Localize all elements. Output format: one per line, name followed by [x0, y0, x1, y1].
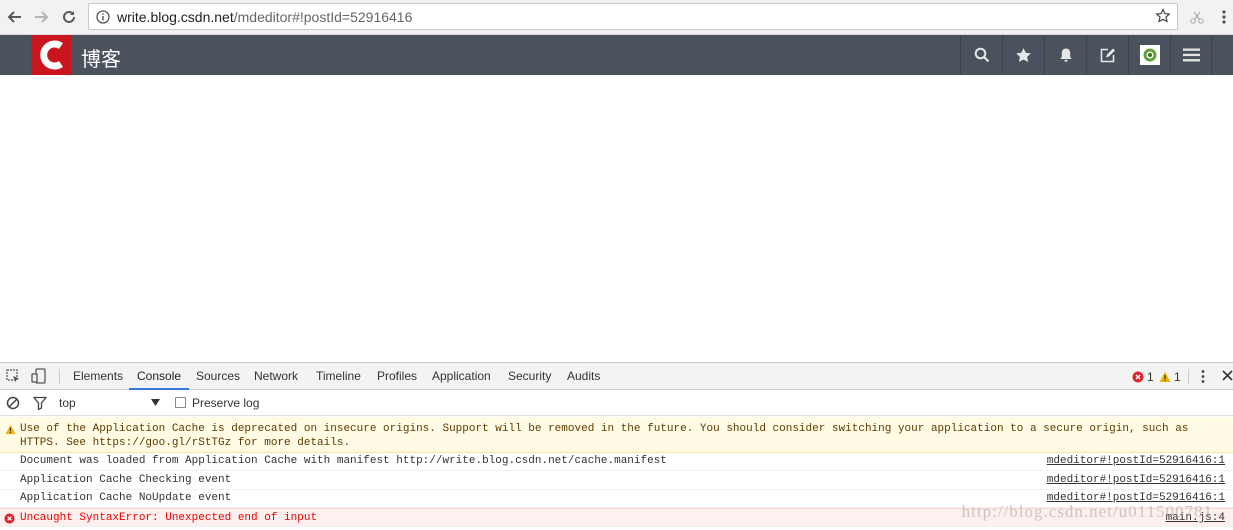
site-header: 博客	[0, 35, 1233, 75]
url-host: write.blog.csdn.net	[117, 9, 234, 25]
hamburger-menu-icon	[1182, 48, 1200, 62]
watermark: http://blog.csdn.net/u011500781	[961, 502, 1213, 521]
log-text: Application Cache NoUpdate event	[20, 492, 232, 504]
tab-timeline[interactable]: Timeline	[316, 363, 361, 390]
console-log-message: Document was loaded from Application Cac…	[0, 453, 1233, 471]
header-avatar-button[interactable]	[1128, 35, 1170, 75]
close-devtools-icon[interactable]	[1222, 370, 1233, 384]
devtools-tab-bar: Elements Console Sources Network Timelin…	[0, 363, 1233, 390]
tab-audits[interactable]: Audits	[567, 363, 600, 390]
csdn-logo-icon	[40, 40, 64, 70]
preserve-log-label: Preserve log	[192, 396, 260, 410]
header-search-button[interactable]	[960, 35, 1002, 75]
tab-application[interactable]: Application	[432, 363, 491, 390]
device-toolbar-icon[interactable]	[31, 368, 47, 387]
reload-icon	[63, 10, 75, 23]
search-icon	[974, 47, 989, 63]
tab-security[interactable]: Security	[508, 363, 551, 390]
header-write-button[interactable]	[1086, 35, 1128, 75]
warning-icon	[5, 424, 16, 435]
scissors-extension-icon[interactable]	[1185, 5, 1209, 29]
star-icon	[1016, 47, 1031, 62]
forward-arrow-icon	[35, 11, 49, 23]
context-selector-value: top	[59, 396, 76, 410]
error-icon	[1132, 371, 1144, 383]
url-text: write.blog.csdn.net/mdeditor#!postId=529…	[117, 9, 412, 25]
log-text: Application Cache Checking event	[20, 474, 232, 486]
preserve-log-checkbox[interactable]	[175, 397, 186, 408]
url-path: /mdeditor#!postId=52916416	[233, 9, 413, 25]
bookmark-star-icon[interactable]	[1155, 8, 1171, 27]
error-text: Uncaught SyntaxError: Unexpected end of …	[20, 512, 318, 524]
tab-profiles[interactable]: Profiles	[377, 363, 417, 390]
header-menu-button[interactable]	[1170, 35, 1212, 75]
forward-button[interactable]	[29, 5, 53, 29]
console-log-message: Application Cache Checking event mdedito…	[0, 471, 1233, 490]
browser-toolbar: write.blog.csdn.net/mdeditor#!postId=529…	[0, 0, 1233, 35]
dropdown-arrow-icon	[151, 399, 160, 406]
error-counter[interactable]: 1	[1132, 370, 1154, 384]
devtools-divider	[1188, 369, 1189, 384]
tab-sources[interactable]: Sources	[196, 363, 240, 390]
warning-counter[interactable]: 1	[1159, 370, 1181, 384]
editor-content-area	[0, 75, 1233, 362]
info-icon[interactable]	[96, 10, 110, 27]
browser-menu-icon[interactable]	[1212, 5, 1233, 29]
tab-console[interactable]: Console	[129, 363, 190, 390]
edit-icon	[1100, 48, 1115, 62]
clear-console-icon[interactable]	[6, 396, 20, 413]
log-text: Document was loaded from Application Cac…	[20, 455, 667, 467]
address-bar[interactable]: write.blog.csdn.net/mdeditor#!postId=529…	[88, 3, 1178, 30]
devtools-menu-icon[interactable]	[1200, 369, 1206, 387]
console-filter-bar: top Preserve log	[0, 390, 1233, 416]
console-warning-message: Use of the Application Cache is deprecat…	[0, 417, 1233, 453]
header-favorites-button[interactable]	[1002, 35, 1044, 75]
back-button[interactable]	[3, 5, 27, 29]
bell-icon	[1059, 48, 1072, 62]
tab-elements[interactable]: Elements	[73, 363, 123, 390]
log-source-link[interactable]: mdeditor#!postId=52916416:1	[1047, 455, 1225, 467]
warning-count: 1	[1174, 370, 1181, 384]
context-selector[interactable]: top	[55, 395, 165, 411]
log-source-link[interactable]: mdeditor#!postId=52916416:1	[1047, 474, 1225, 486]
site-title[interactable]: 博客	[81, 43, 121, 72]
filter-icon[interactable]	[32, 396, 48, 413]
devtools-divider	[59, 369, 60, 384]
warning-text: Use of the Application Cache is deprecat…	[20, 423, 1189, 449]
tab-network[interactable]: Network	[254, 363, 298, 390]
devtools-panel: Elements Console Sources Network Timelin…	[0, 362, 1233, 530]
error-count: 1	[1147, 370, 1154, 384]
back-arrow-icon	[7, 11, 21, 23]
inspect-element-icon[interactable]	[6, 369, 21, 387]
csdn-logo[interactable]	[31, 35, 71, 75]
reload-button[interactable]	[57, 5, 81, 29]
avatar	[1139, 45, 1160, 65]
header-notifications-button[interactable]	[1044, 35, 1086, 75]
error-icon	[4, 513, 15, 524]
warning-icon	[1159, 371, 1171, 382]
